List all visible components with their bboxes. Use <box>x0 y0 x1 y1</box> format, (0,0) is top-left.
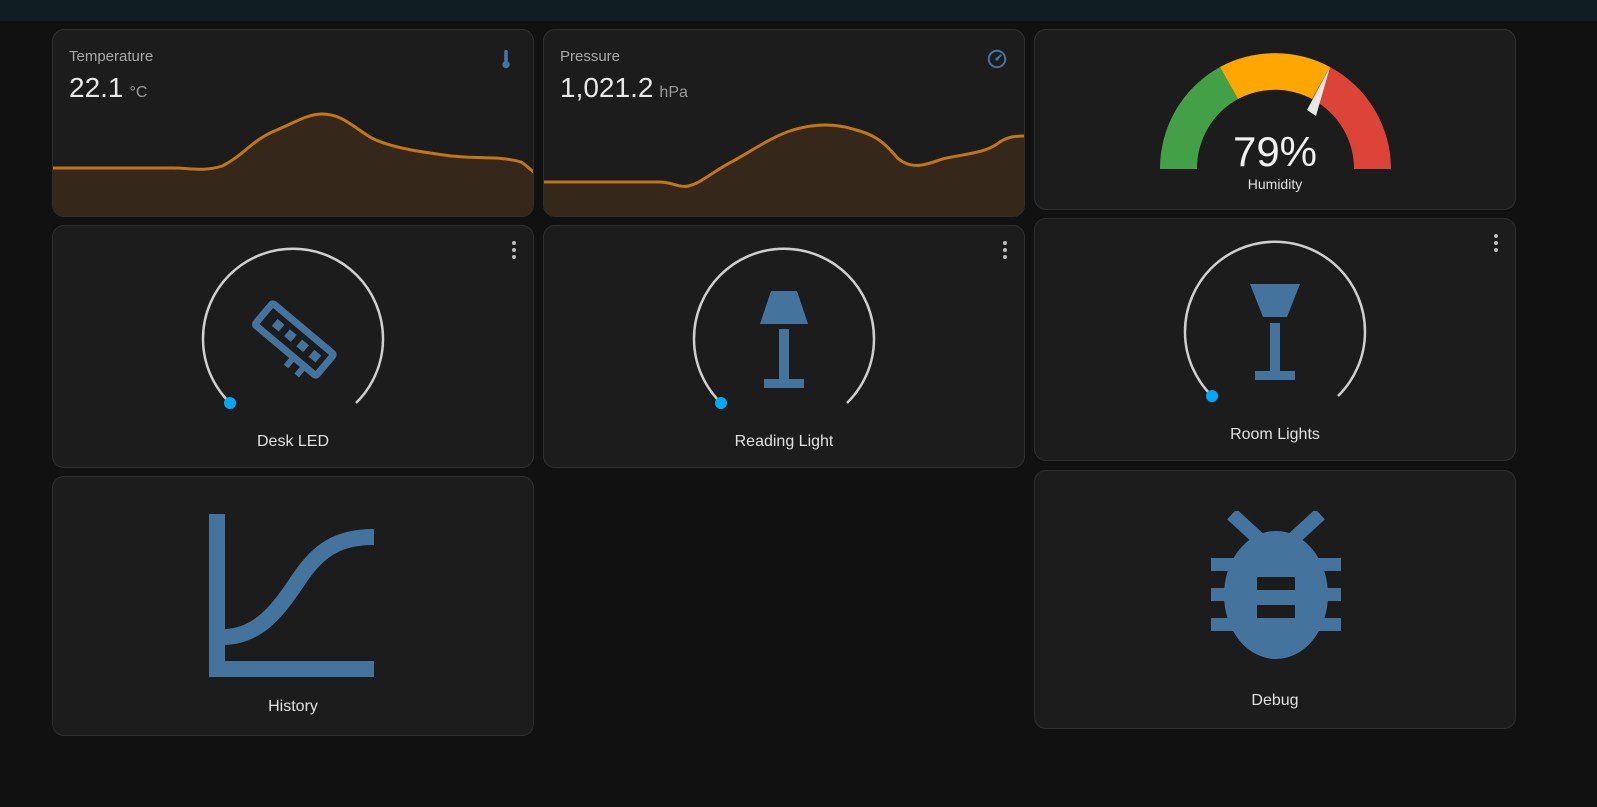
humidity-gauge-card[interactable]: 79% Humidity <box>1034 29 1516 210</box>
gauge-icon <box>987 49 1007 69</box>
slider-handle <box>715 397 727 409</box>
reading-light-card[interactable]: Reading Light <box>543 225 1025 468</box>
humidity-value: 79% <box>1232 128 1318 175</box>
temperature-unit: °C <box>129 84 148 101</box>
sensor-value: 1,021.2 hPa <box>560 72 688 104</box>
thermometer-icon <box>502 49 510 69</box>
slider-handle <box>224 397 236 409</box>
button-name: History <box>268 698 318 715</box>
temperature-value: 22.1 <box>69 72 124 103</box>
floor-lamp-icon <box>760 291 808 388</box>
bug-icon <box>1211 511 1341 659</box>
temperature-card[interactable]: Temperature 22.1 °C <box>52 29 534 217</box>
debug-button-card[interactable]: Debug <box>1034 470 1516 729</box>
pressure-sparkline <box>544 123 1024 216</box>
room-lights-card[interactable]: Room Lights <box>1034 218 1516 461</box>
humidity-label: Humidity <box>1247 176 1303 192</box>
slider-handle <box>1206 390 1218 402</box>
light-name: Reading Light <box>734 433 834 450</box>
led-strip-icon <box>251 300 337 379</box>
button-name: Debug <box>1251 692 1299 709</box>
sensor-name: Pressure <box>560 48 621 65</box>
sensor-name: Temperature <box>69 48 154 65</box>
light-name: Desk LED <box>256 433 330 450</box>
more-options-icon[interactable] <box>509 238 519 262</box>
pressure-value: 1,021.2 <box>560 72 654 103</box>
chart-line-icon <box>209 514 375 677</box>
more-options-icon[interactable] <box>1491 231 1501 255</box>
light-name: Room Lights <box>1230 426 1320 443</box>
desk-led-card[interactable]: Desk LED <box>52 225 534 468</box>
top-header-bar <box>0 0 1597 21</box>
sensor-value: 22.1 °C <box>69 72 147 104</box>
temperature-sparkline <box>53 112 533 216</box>
lamp-icon <box>1250 284 1300 380</box>
pressure-card[interactable]: Pressure 1,021.2 hPa <box>543 29 1025 217</box>
more-options-icon[interactable] <box>1000 238 1010 262</box>
gauge-segment-yellow <box>1220 53 1330 99</box>
history-button-card[interactable]: History <box>52 476 534 736</box>
pressure-unit: hPa <box>659 84 688 101</box>
